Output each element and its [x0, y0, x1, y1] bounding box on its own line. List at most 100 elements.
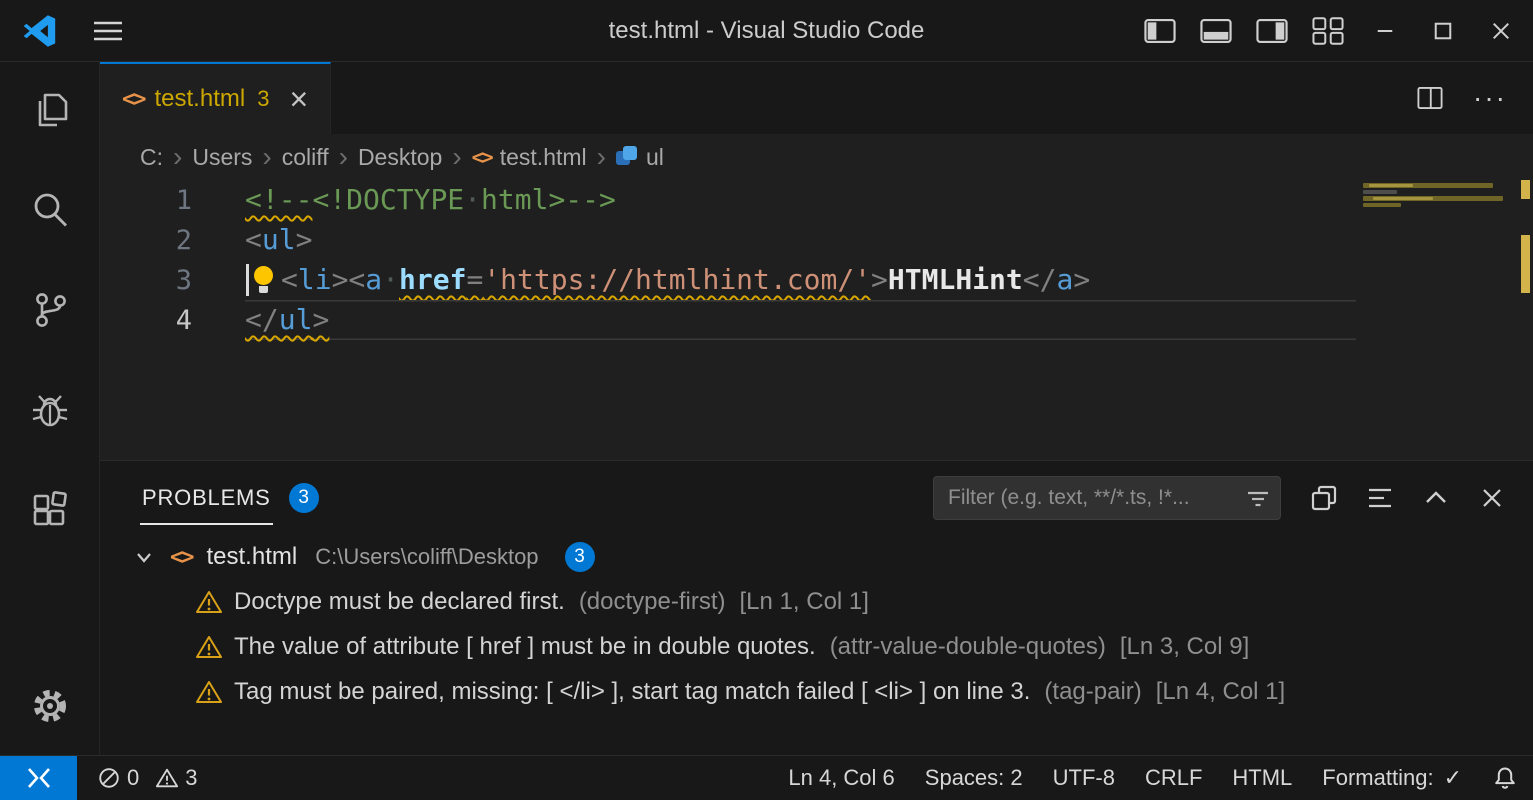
code-text: </ul>: [245, 300, 1356, 340]
problem-code: (attr-value-double-quotes): [830, 633, 1106, 661]
menu-icon[interactable]: [92, 19, 124, 43]
collapse-all-icon[interactable]: [1365, 483, 1395, 513]
error-count: 0: [127, 765, 139, 791]
file-problems-badge: 3: [565, 542, 595, 572]
code-token: href: [399, 263, 466, 296]
problem-code: (doctype-first): [579, 588, 726, 616]
minimize-button[interactable]: [1361, 8, 1409, 54]
breadcrumb-item[interactable]: C:: [140, 144, 163, 171]
encoding-button[interactable]: UTF-8: [1038, 756, 1130, 800]
code-line[interactable]: 4 </ul>: [100, 300, 1533, 340]
code-token: 'https://htmlhint.com/': [483, 263, 871, 296]
split-editor-button[interactable]: [1413, 81, 1447, 115]
problem-row[interactable]: Tag must be paired, missing: [ </li> ], …: [100, 669, 1533, 714]
close-tab-icon[interactable]: ×: [289, 83, 308, 115]
code-text: <ul>: [245, 220, 1356, 260]
problems-status-button[interactable]: 0 3: [77, 756, 223, 800]
breadcrumb-label: Desktop: [358, 144, 442, 171]
language-mode-button[interactable]: HTML: [1217, 756, 1307, 800]
extensions-icon[interactable]: [28, 488, 72, 532]
view-as-table-icon[interactable]: [1309, 483, 1339, 513]
bell-icon: [1492, 765, 1518, 791]
remote-indicator-button[interactable]: [0, 756, 77, 800]
breadcrumb-item[interactable]: Users: [192, 144, 252, 171]
toggle-primary-sidebar-button[interactable]: [1137, 8, 1183, 54]
line-number[interactable]: 1: [100, 185, 192, 216]
maximize-button[interactable]: [1419, 8, 1467, 54]
maximize-panel-icon[interactable]: [1421, 483, 1451, 513]
problem-location: [Ln 3, Col 9]: [1120, 633, 1249, 661]
settings-gear-icon[interactable]: [28, 684, 72, 728]
breadcrumb-label: Users: [192, 144, 252, 171]
code-token: li: [298, 263, 332, 296]
code-token: ul: [262, 223, 296, 256]
problems-file-name: test.html: [207, 543, 298, 571]
panel-header: PROBLEMS 3: [100, 461, 1533, 535]
html-file-icon: <>: [170, 545, 193, 570]
problems-list: <> test.html C:\Users\coliff\Desktop 3 D…: [100, 535, 1533, 755]
warning-icon: [196, 679, 222, 705]
code-token: ><: [332, 263, 366, 296]
tab-test-html[interactable]: <> test.html 3 ×: [100, 62, 331, 134]
code-token: ·: [382, 263, 399, 296]
minimap[interactable]: [1363, 181, 1503, 301]
tab-problems[interactable]: PROBLEMS 3: [140, 471, 319, 525]
chevron-right-icon: ›: [452, 143, 461, 171]
code-line[interactable]: 1 <!--<!DOCTYPE·html>-->: [100, 180, 1533, 220]
chevron-right-icon: ›: [597, 143, 606, 171]
close-panel-icon[interactable]: [1477, 483, 1507, 513]
breadcrumb-item[interactable]: <>test.html: [472, 144, 587, 171]
breadcrumb: C:›Users›coliff›Desktop›<>test.html›ul: [100, 134, 1533, 180]
code-token: =: [466, 263, 483, 296]
problem-row[interactable]: The value of attribute [ href ] must be …: [100, 624, 1533, 669]
code-editor[interactable]: 1<!--<!DOCTYPE·html>-->2<ul>3<li><a·href…: [100, 180, 1533, 460]
code-token: >: [871, 263, 888, 296]
chevron-down-icon[interactable]: [130, 543, 158, 571]
code-token: <!DOCTYPE: [312, 183, 464, 216]
problem-message: The value of attribute [ href ] must be …: [234, 633, 816, 661]
minimap-line-mark: [1363, 203, 1401, 207]
more-actions-button[interactable]: ···: [1473, 82, 1507, 114]
breadcrumb-item[interactable]: ul: [616, 144, 664, 171]
search-icon[interactable]: [28, 188, 72, 232]
indentation-button[interactable]: Spaces: 2: [910, 756, 1038, 800]
lightbulb-icon[interactable]: [245, 260, 281, 300]
breadcrumb-label: coliff: [282, 144, 329, 171]
chevron-right-icon: ›: [339, 143, 348, 171]
problems-panel: PROBLEMS 3: [100, 460, 1533, 755]
code-token: a: [365, 263, 382, 296]
eol-button[interactable]: CRLF: [1130, 756, 1217, 800]
problem-message: Tag must be paired, missing: [ </li> ], …: [234, 678, 1030, 706]
formatting-status-button[interactable]: Formatting: ✓: [1307, 756, 1477, 800]
line-number[interactable]: 3: [100, 265, 192, 296]
notifications-bell-button[interactable]: [1477, 756, 1533, 800]
run-debug-icon[interactable]: [28, 388, 72, 432]
problems-rows: Doctype must be declared first.(doctype-…: [100, 579, 1533, 714]
remote-icon: [24, 765, 54, 791]
close-window-button[interactable]: [1477, 8, 1525, 54]
activity-bar: [0, 62, 100, 755]
breadcrumb-item[interactable]: coliff: [282, 144, 329, 171]
code-line[interactable]: 3<li><a·href='https://htmlhint.com/'>HTM…: [100, 260, 1533, 300]
toggle-panel-button[interactable]: [1193, 8, 1239, 54]
problem-row[interactable]: Doctype must be declared first.(doctype-…: [100, 579, 1533, 624]
cursor-position-button[interactable]: Ln 4, Col 6: [773, 756, 909, 800]
code-line[interactable]: 2 <ul>: [100, 220, 1533, 260]
errors-icon: [97, 766, 121, 790]
problems-file-row[interactable]: <> test.html C:\Users\coliff\Desktop 3: [100, 535, 1533, 579]
customize-layout-button[interactable]: [1305, 8, 1351, 54]
line-number[interactable]: 4: [100, 305, 192, 336]
code-text: <!--<!DOCTYPE·html>-->: [245, 180, 1356, 220]
check-icon: ✓: [1444, 765, 1462, 791]
line-number[interactable]: 2: [100, 225, 192, 256]
code-token: <!--: [245, 183, 312, 216]
minimap-line-mark: [1363, 190, 1397, 194]
source-control-icon[interactable]: [28, 288, 72, 332]
code-token: ·: [464, 183, 481, 216]
breadcrumb-item[interactable]: Desktop: [358, 144, 442, 171]
warning-icon: [196, 634, 222, 660]
explorer-icon[interactable]: [28, 88, 72, 132]
toggle-secondary-sidebar-button[interactable]: [1249, 8, 1295, 54]
problems-filter-input[interactable]: [933, 476, 1281, 520]
code-token: <: [245, 223, 262, 256]
